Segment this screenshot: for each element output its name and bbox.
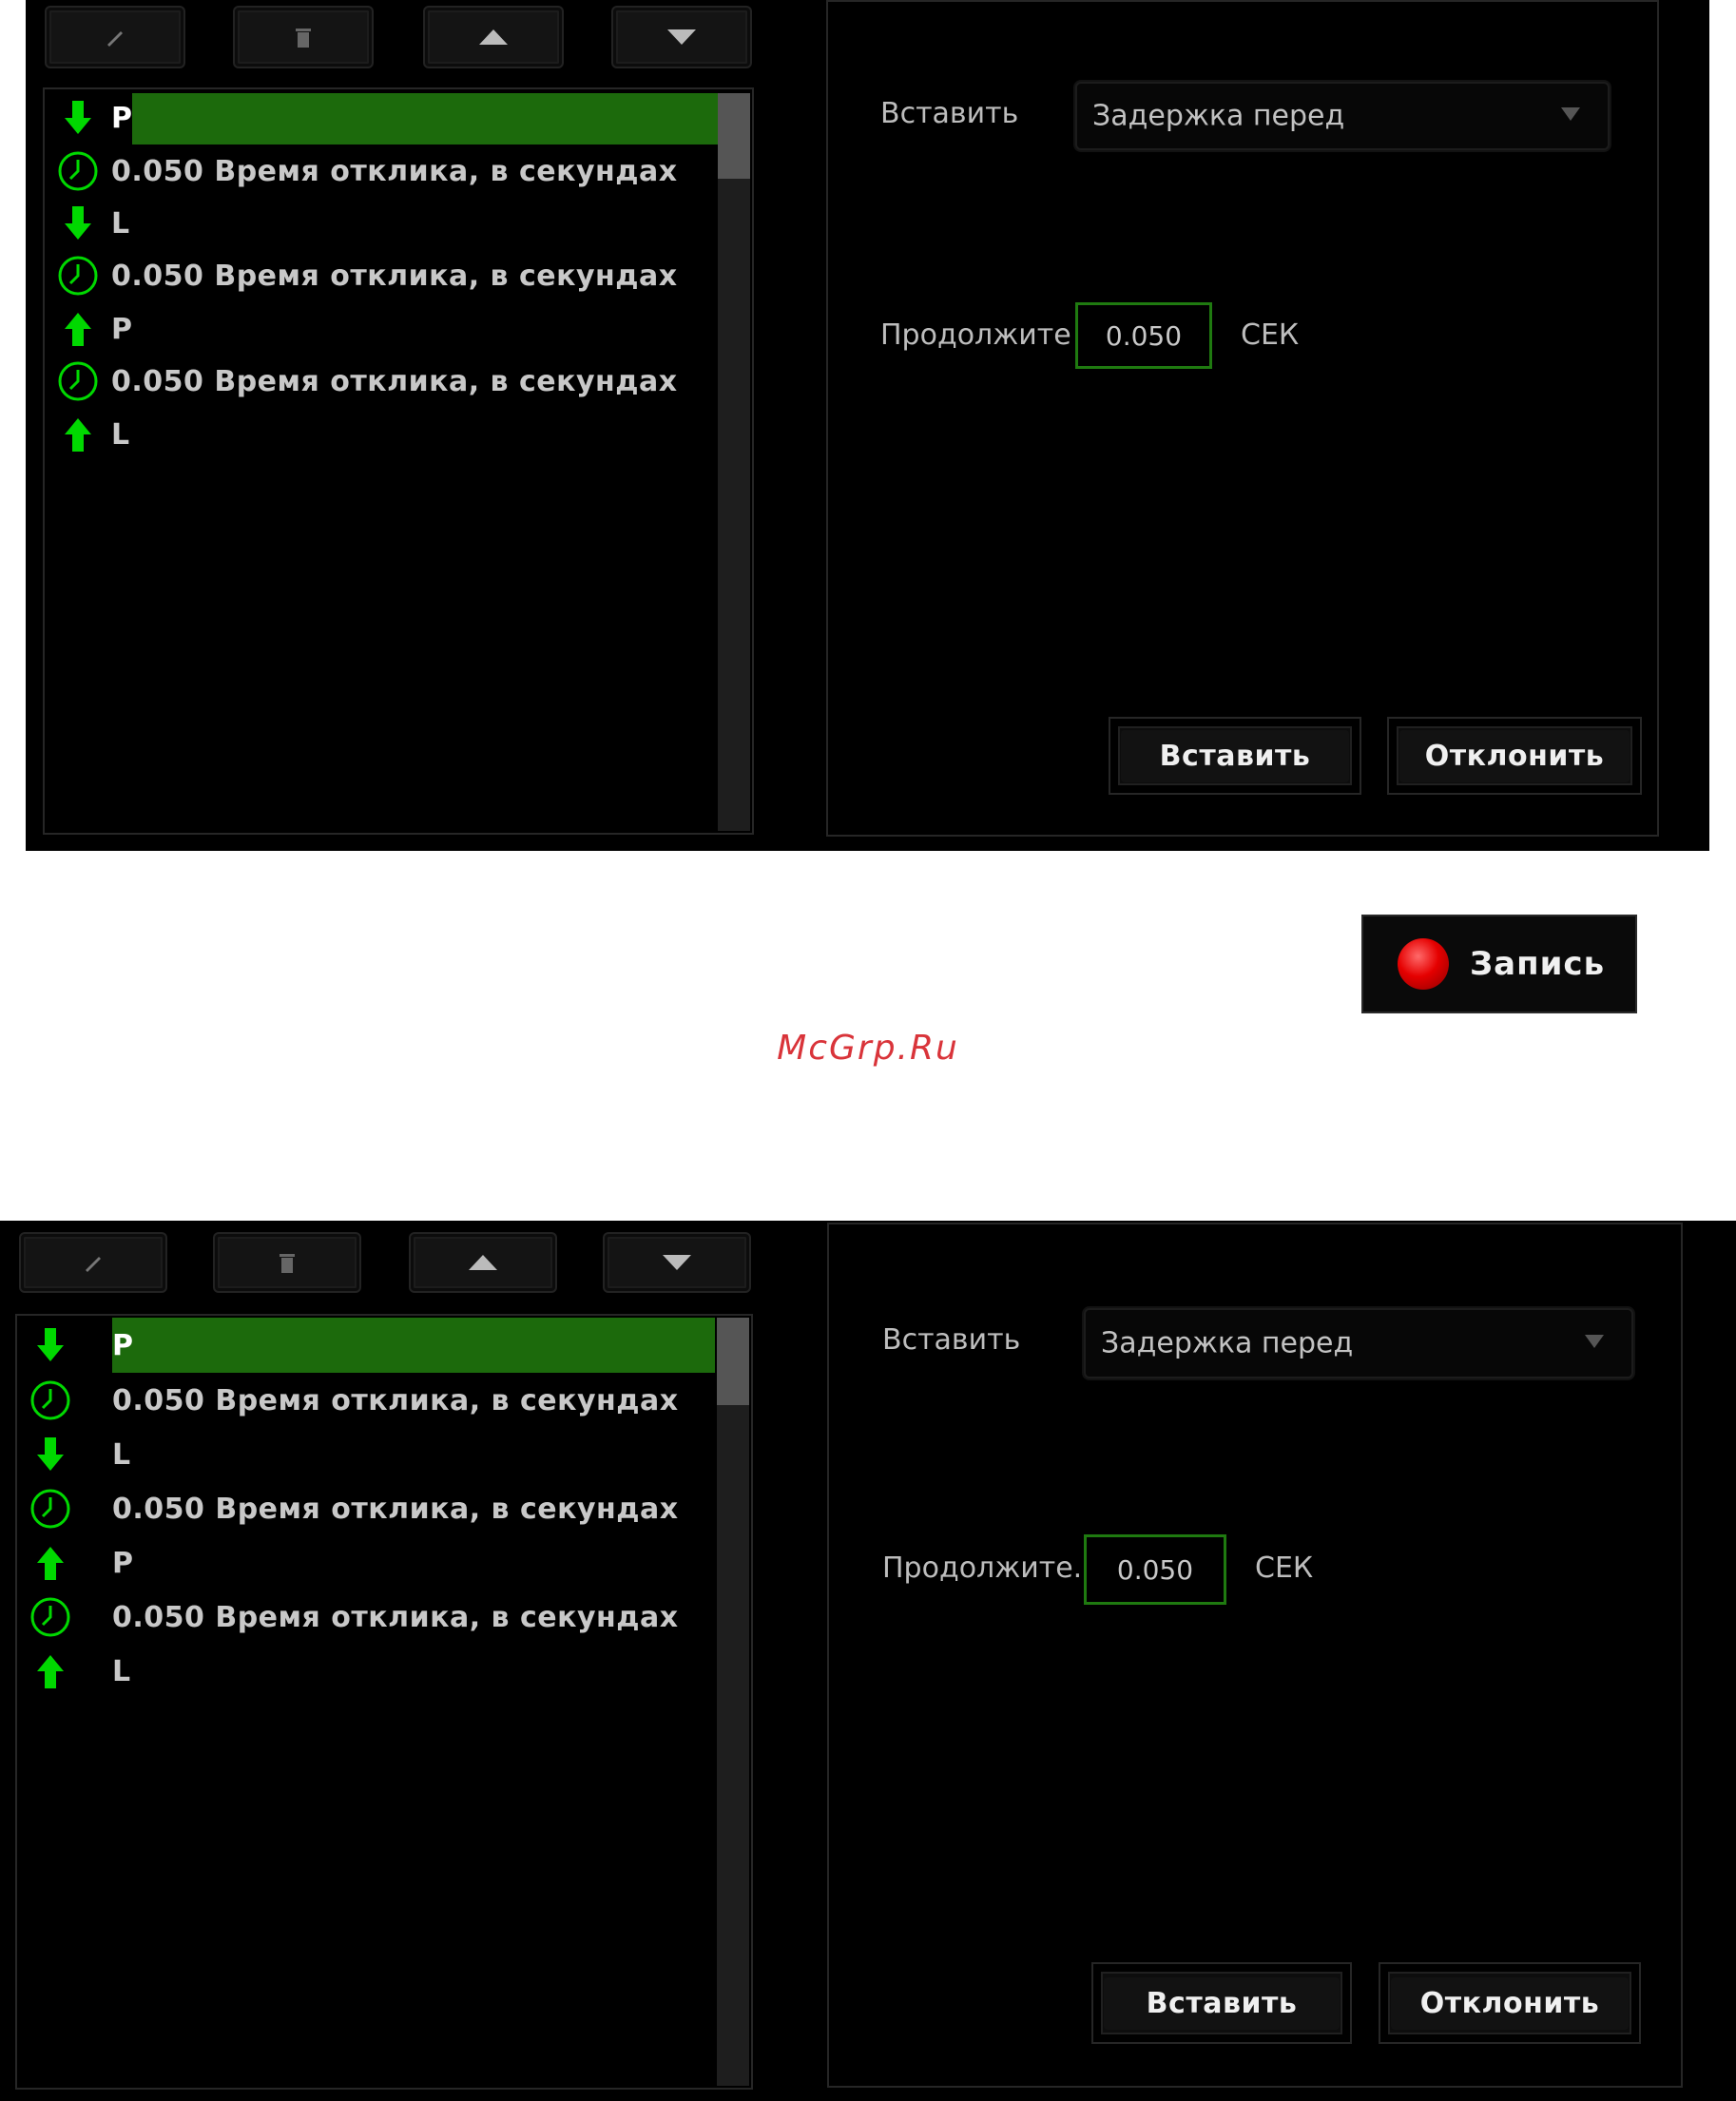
list-item-text: 0.050 Время отклика, в секундах xyxy=(112,1492,679,1526)
scrollbar-thumb[interactable] xyxy=(717,1318,749,1405)
list-item-text: P xyxy=(111,101,133,135)
duration-input[interactable]: 0.050 xyxy=(1075,302,1212,369)
arrow-down-icon xyxy=(667,29,696,45)
edit-button[interactable] xyxy=(21,1234,165,1291)
scrollbar[interactable] xyxy=(717,1318,749,2086)
insert-button-label: Вставить xyxy=(1121,729,1349,782)
duration-label: Продолжите. xyxy=(880,318,1071,352)
move-down-button[interactable] xyxy=(605,1234,749,1291)
list-item[interactable]: P xyxy=(45,304,133,354)
list-item-text: L xyxy=(111,206,130,241)
key-up-arrow-icon xyxy=(45,417,111,452)
list-item-text: 0.050 Время отклика, в секундах xyxy=(111,259,678,293)
insert-type-dropdown[interactable]: Задержка перед xyxy=(1084,1308,1633,1378)
list-item[interactable]: P xyxy=(17,1538,134,1588)
macro-list[interactable]: P 0.050 Время отклика, в секундах L 0.05… xyxy=(43,87,754,835)
key-up-arrow-icon xyxy=(17,1546,84,1580)
dropdown-value: Задержка перед xyxy=(1101,1326,1354,1360)
list-item-text: P xyxy=(111,312,133,346)
list-item-text: 0.050 Время отклика, в секундах xyxy=(112,1600,679,1634)
list-item-text: P xyxy=(112,1328,134,1362)
trash-icon xyxy=(296,29,311,48)
list-item[interactable]: L xyxy=(45,410,130,459)
insert-button[interactable]: Вставить xyxy=(1091,1962,1352,2044)
cancel-button-label: Отклонить xyxy=(1391,1976,1629,2030)
chevron-down-icon xyxy=(1584,1334,1605,1353)
scrollbar[interactable] xyxy=(718,93,750,831)
trash-icon xyxy=(280,1254,295,1273)
list-item[interactable]: 0.050 Время отклика, в секундах xyxy=(17,1376,679,1425)
list-item[interactable]: 0.050 Время отклика, в секундах xyxy=(17,1484,679,1533)
pencil-icon xyxy=(107,31,123,47)
clock-icon xyxy=(45,255,111,297)
list-item[interactable]: L xyxy=(17,1430,131,1479)
clock-icon xyxy=(17,1488,84,1530)
list-item[interactable]: P xyxy=(45,93,133,143)
arrow-up-icon xyxy=(469,1255,497,1270)
clock-icon xyxy=(45,150,111,192)
delete-button[interactable] xyxy=(235,8,372,67)
key-up-arrow-icon xyxy=(17,1654,84,1688)
chevron-down-icon xyxy=(1560,106,1581,125)
pencil-icon xyxy=(86,1257,101,1272)
macro-list[interactable]: P 0.050 Время отклика, в секундах L 0.05… xyxy=(15,1314,753,2090)
selected-row-highlight xyxy=(112,1318,715,1373)
list-item[interactable]: 0.050 Время отклика, в секундах xyxy=(17,1592,679,1642)
delete-button[interactable] xyxy=(215,1234,359,1291)
move-up-button[interactable] xyxy=(425,8,562,67)
key-up-arrow-icon xyxy=(45,312,111,346)
move-up-button[interactable] xyxy=(411,1234,555,1291)
insert-label: Вставить xyxy=(882,1323,1021,1357)
list-item-text: L xyxy=(111,417,130,452)
settings-panel: Вставить Задержка перед Продолжите. 0.05… xyxy=(827,1223,1683,2088)
insert-label: Вставить xyxy=(880,97,1019,130)
macro-editor-panel-top: P 0.050 Время отклика, в секундах L 0.05… xyxy=(26,0,1709,851)
list-item-text: 0.050 Время отклика, в секундах xyxy=(111,154,678,188)
watermark: McGrp.Ru xyxy=(777,1029,959,1068)
record-button-label: Запись xyxy=(1470,945,1606,983)
clock-icon xyxy=(17,1596,84,1638)
dropdown-value: Задержка перед xyxy=(1092,99,1345,133)
settings-panel: Вставить Задержка перед Продолжите. 0.05… xyxy=(826,0,1659,837)
arrow-up-icon xyxy=(479,29,508,45)
clock-icon xyxy=(17,1379,84,1421)
list-item[interactable]: P xyxy=(17,1320,134,1370)
list-item[interactable]: 0.050 Время отклика, в секундах xyxy=(45,357,678,406)
list-item[interactable]: L xyxy=(17,1647,131,1696)
scrollbar-thumb[interactable] xyxy=(718,93,750,179)
cancel-button[interactable]: Отклонить xyxy=(1387,717,1642,795)
edit-button[interactable] xyxy=(47,8,183,67)
key-down-arrow-icon xyxy=(45,101,111,135)
duration-input[interactable]: 0.050 xyxy=(1084,1534,1226,1605)
move-down-button[interactable] xyxy=(613,8,750,67)
clock-icon xyxy=(45,360,111,402)
record-button[interactable]: Запись xyxy=(1361,915,1637,1013)
duration-unit: СЕК xyxy=(1241,318,1300,352)
record-dot-icon xyxy=(1398,938,1449,990)
list-item[interactable]: 0.050 Время отклика, в секундах xyxy=(45,251,678,300)
macro-editor-panel-bottom: P 0.050 Время отклика, в секундах L 0.05… xyxy=(0,1221,1736,2101)
list-item-text: P xyxy=(112,1546,134,1580)
insert-type-dropdown[interactable]: Задержка перед xyxy=(1075,82,1610,150)
list-item-text: L xyxy=(112,1437,131,1472)
key-down-arrow-icon xyxy=(17,1328,84,1362)
list-item[interactable]: 0.050 Время отклика, в секундах xyxy=(45,146,678,196)
insert-button[interactable]: Вставить xyxy=(1109,717,1361,795)
list-item-text: 0.050 Время отклика, в секундах xyxy=(111,364,678,398)
list-item-text: 0.050 Время отклика, в секундах xyxy=(112,1383,679,1417)
cancel-button[interactable]: Отклонить xyxy=(1379,1962,1641,2044)
duration-label: Продолжите. xyxy=(882,1552,1082,1585)
duration-unit: СЕК xyxy=(1255,1552,1314,1585)
cancel-button-label: Отклонить xyxy=(1399,729,1630,782)
selected-row-highlight xyxy=(132,93,718,145)
key-down-arrow-icon xyxy=(17,1437,84,1472)
arrow-down-icon xyxy=(663,1255,691,1270)
key-down-arrow-icon xyxy=(45,206,111,241)
insert-button-label: Вставить xyxy=(1104,1976,1340,2030)
list-item[interactable]: L xyxy=(45,199,130,248)
list-item-text: L xyxy=(112,1654,131,1688)
